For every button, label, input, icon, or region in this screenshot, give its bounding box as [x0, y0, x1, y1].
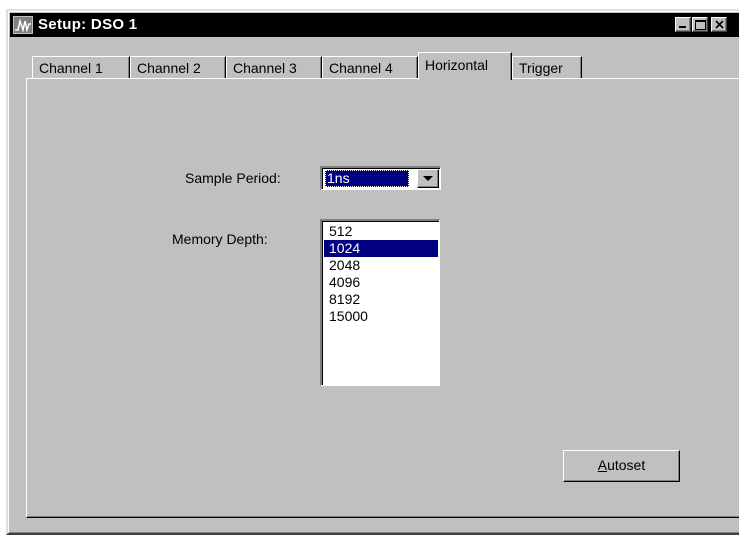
chevron-down-icon[interactable] [417, 169, 439, 188]
minimize-icon[interactable] [675, 17, 691, 32]
autoset-button[interactable]: Autoset [563, 450, 680, 482]
list-item[interactable]: 2048 [324, 257, 438, 274]
maximize-icon[interactable] [692, 17, 708, 32]
sample-period-select[interactable]: 1ns [320, 166, 441, 190]
tab-channel-1[interactable]: Channel 1 [32, 56, 130, 78]
list-item[interactable]: 512 [324, 223, 438, 240]
list-item[interactable]: 4096 [324, 274, 438, 291]
tab-trigger[interactable]: Trigger [512, 56, 582, 78]
close-icon[interactable] [711, 17, 727, 32]
memory-depth-list[interactable]: 512 1024 2048 4096 8192 15000 [320, 219, 440, 386]
list-item[interactable]: 8192 [324, 291, 438, 308]
waveform-icon[interactable] [13, 16, 33, 34]
list-item[interactable]: 15000 [324, 308, 438, 325]
list-item-selected[interactable]: 1024 [324, 240, 438, 257]
tab-horizontal[interactable]: Horizontal [418, 52, 512, 80]
tab-channel-2[interactable]: Channel 2 [130, 56, 226, 78]
window-title: Setup: DSO 1 [38, 16, 138, 33]
autoset-mnemonic: A [597, 457, 608, 473]
tab-channel-3[interactable]: Channel 3 [226, 56, 322, 78]
tab-channel-4[interactable]: Channel 4 [322, 56, 418, 78]
autoset-label: utoset [607, 457, 646, 473]
title-bar[interactable]: Setup: DSO 1 [10, 13, 739, 37]
sample-period-value[interactable]: 1ns [325, 170, 409, 187]
